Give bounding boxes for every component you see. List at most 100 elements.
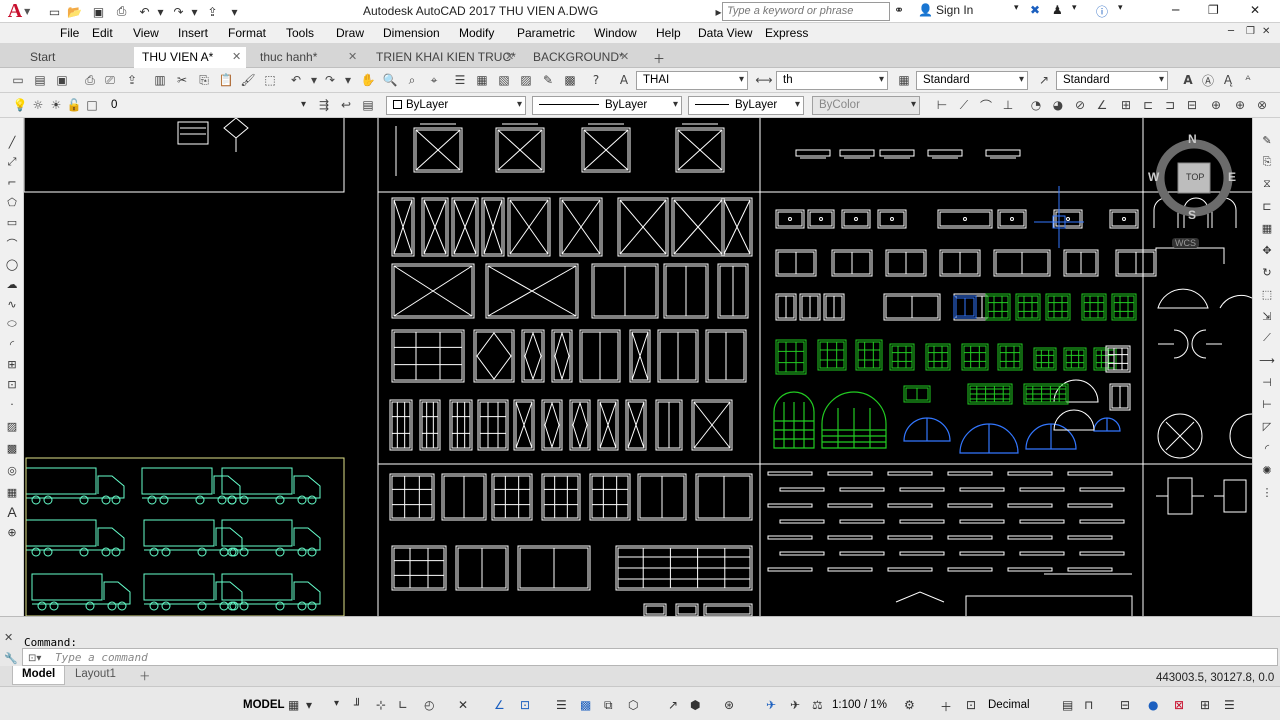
status-menu-icon[interactable]: ☰ [1224, 698, 1235, 712]
units-dropdown[interactable]: Decimal [988, 699, 1030, 711]
redo-icon[interactable]: ↷ [170, 3, 187, 20]
save-icon[interactable]: ▣ [90, 3, 107, 20]
find-text-icon[interactable]: Ą [1220, 72, 1236, 88]
region-icon[interactable]: ◎ [4, 462, 20, 478]
paste-icon[interactable]: 📋 [218, 72, 234, 88]
customize-wrench-icon[interactable]: 🔧 [4, 652, 18, 665]
rectangle-icon[interactable]: ▭ [4, 214, 20, 230]
quick-dimension-icon[interactable]: ⊞ [1118, 97, 1134, 113]
clean-screen-icon[interactable]: ⊠ [1174, 698, 1184, 712]
insert-block-icon[interactable]: ⊞ [4, 356, 20, 372]
color-dropdown[interactable]: ByLayer [386, 96, 526, 115]
auto-scale-icon[interactable]: ✈ [790, 698, 800, 712]
hatch-icon[interactable]: ▨ [4, 418, 20, 434]
compass-east[interactable]: E [1228, 170, 1236, 184]
wcs-menu[interactable]: WCS [1172, 238, 1199, 248]
layer-viewport-freeze-icon[interactable]: ☀ [48, 97, 64, 113]
arc-icon[interactable]: ⌒ [4, 236, 20, 252]
fillet-icon[interactable]: ◜ [1259, 440, 1275, 456]
multileader-style-dropdown[interactable]: Standard [1056, 71, 1168, 90]
join-icon[interactable]: ⊢ [1259, 396, 1275, 412]
sheet-set-icon[interactable]: ▨ [518, 72, 534, 88]
dim-style-icon[interactable]: ⟷ [755, 72, 772, 88]
arc-length-icon[interactable]: ⌒ [978, 97, 994, 113]
annotation-scale-icon[interactable]: ⚖ [812, 698, 823, 712]
graphics-performance-icon[interactable]: ● [1148, 698, 1158, 712]
aligned-dimension-icon[interactable]: ⟋ [956, 97, 972, 113]
compass-north[interactable]: N [1188, 132, 1197, 146]
layer-color-icon[interactable]: □ [84, 97, 100, 113]
quickcalc-icon[interactable]: ▩ [562, 72, 578, 88]
pan-icon[interactable]: ✋ [360, 72, 376, 88]
ellipse-arc-icon[interactable]: ◜ [4, 336, 20, 352]
scale-icon[interactable]: ⬚ [1259, 286, 1275, 302]
selection-filter-icon[interactable]: ⬢ [690, 698, 700, 712]
stretch-icon[interactable]: ⇲ [1259, 308, 1275, 324]
menu-draw[interactable]: Draw [336, 26, 364, 40]
a360-icon[interactable]: ♟ [1052, 3, 1063, 17]
undo-icon[interactable]: ↶ [136, 3, 153, 20]
coordinates-readout[interactable]: 443003.5, 30127.8, 0.0 [1156, 672, 1274, 684]
extend-icon[interactable]: ⟶ [1259, 352, 1275, 368]
redo-icon[interactable]: ↷ [322, 72, 338, 88]
help-dropdown-icon[interactable]: ▾ [1118, 3, 1123, 13]
polyline-icon[interactable]: ⌐ [4, 174, 20, 190]
tool-palettes-icon[interactable]: ▧ [496, 72, 512, 88]
lineweight-dropdown[interactable]: ByLayer [688, 96, 804, 115]
command-input[interactable]: Type a command [22, 648, 1278, 666]
rotate-icon[interactable]: ↻ [1259, 264, 1275, 280]
tab-background[interactable]: BACKGROUND* [525, 47, 632, 68]
menu-modify[interactable]: Modify [459, 26, 494, 40]
undo-icon[interactable]: ↶ [288, 72, 304, 88]
menu-file[interactable]: File [60, 26, 79, 40]
gizmo-icon[interactable]: ⊛ [724, 698, 734, 712]
grid-dropdown-icon[interactable]: ▾ [306, 698, 312, 712]
application-menu-button[interactable]: A ▼ [0, 0, 38, 23]
isodraft-icon[interactable]: ✕ [458, 698, 468, 712]
annotation-visibility-icon[interactable]: ✈ [766, 698, 776, 712]
angular-dimension-icon[interactable]: ∠ [1094, 97, 1110, 113]
offset-icon[interactable]: ⊏ [1259, 198, 1275, 214]
menu-edit[interactable]: Edit [92, 26, 113, 40]
tab-start[interactable]: Start [22, 47, 63, 68]
new-icon[interactable]: ▭ [46, 3, 63, 20]
tab-model[interactable]: Model [12, 666, 66, 685]
break-icon[interactable]: ⊣ [1259, 374, 1275, 390]
add-selected-icon[interactable]: ⊕ [4, 524, 20, 540]
exchange-apps-icon[interactable]: ✖ [1030, 3, 1040, 17]
point-icon[interactable]: · [4, 396, 20, 412]
menu-format[interactable]: Format [228, 26, 266, 40]
publish-icon[interactable]: ⇪ [124, 72, 140, 88]
sign-in-button[interactable]: Sign In [936, 3, 973, 17]
move-icon[interactable]: ✥ [1259, 242, 1275, 258]
tab-trien-khai-kien-truc[interactable]: TRIEN KHAI KIEN TRUC* [368, 47, 524, 68]
diameter-dimension-icon[interactable]: ⊘ [1072, 97, 1088, 113]
make-block-icon[interactable]: ⊡ [4, 376, 20, 392]
zoom-realtime-icon[interactable]: 🔍 [382, 72, 398, 88]
inspect-icon[interactable]: ⊗ [1254, 97, 1270, 113]
snap-dropdown-icon[interactable]: ▾ [334, 698, 339, 709]
multiline-text-icon[interactable]: A [1180, 72, 1196, 88]
minimize-icon[interactable]: ─ [1172, 3, 1179, 17]
customize-quick-access-icon[interactable]: ▾ [226, 3, 243, 20]
text-style-icon[interactable]: A [616, 72, 632, 88]
menu-insert[interactable]: Insert [178, 26, 208, 40]
save-icon[interactable]: ▣ [54, 72, 70, 88]
markup-icon[interactable]: ✎ [540, 72, 556, 88]
undo-dropdown-icon[interactable]: ▾ [306, 72, 322, 88]
polygon-icon[interactable]: ⬠ [4, 194, 20, 210]
redo-dropdown-icon[interactable]: ▾ [186, 3, 203, 20]
help-icon[interactable]: ? [588, 72, 604, 88]
jogged-dimension-icon[interactable]: ◕ [1050, 97, 1066, 113]
binoculars-icon[interactable]: ⚭ [894, 3, 904, 17]
match-properties-icon[interactable]: 🖌 [240, 72, 256, 88]
open-icon[interactable]: 📂 [66, 3, 83, 20]
ellipse-icon[interactable]: ⬭ [4, 316, 20, 332]
ortho-icon[interactable]: ∟ [398, 698, 408, 712]
quick-properties-icon[interactable]: ▤ [1062, 698, 1073, 712]
design-center-icon[interactable]: ▦ [474, 72, 490, 88]
make-object-layer-current-icon[interactable]: ⇶ [316, 97, 332, 113]
selection-cycling-icon[interactable]: ⧉ [604, 698, 613, 713]
transparency-icon[interactable]: ▩ [580, 698, 591, 712]
grid-icon[interactable]: ▦ [288, 698, 299, 712]
